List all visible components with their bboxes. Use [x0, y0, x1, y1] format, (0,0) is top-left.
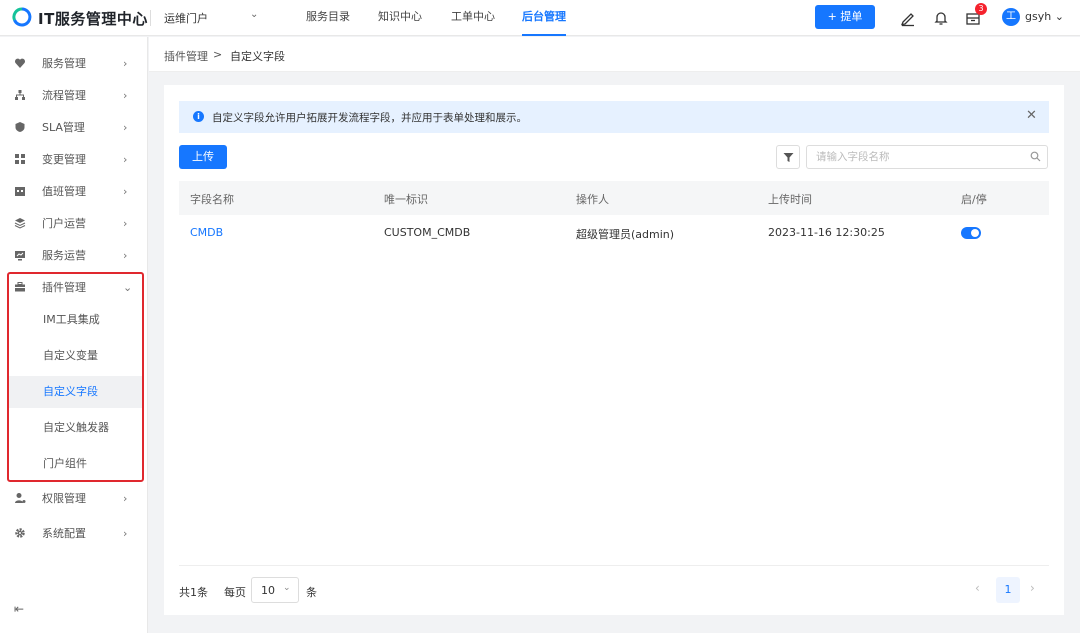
grid-icon — [14, 153, 26, 165]
divider — [179, 565, 1049, 566]
sidebar-item-label: 值班管理 — [42, 185, 86, 198]
sidebar-item-portal-ops[interactable]: 门户运营 › — [0, 207, 148, 239]
sidebar-item-change-mgmt[interactable]: 变更管理 › — [0, 143, 148, 175]
app-title: IT服务管理中心 — [38, 9, 148, 28]
enable-toggle[interactable] — [961, 227, 981, 239]
nav-knowledge-center[interactable]: 知识中心 — [378, 0, 422, 36]
page-size-select[interactable]: 10 ⌄ — [251, 577, 299, 603]
nav-service-catalog[interactable]: 服务目录 — [306, 0, 350, 36]
alert-text: 自定义字段允许用户拓展开发流程字段，并应用于表单处理和展示。 — [212, 112, 527, 124]
chevron-down-icon[interactable]: ⌄ — [250, 9, 258, 20]
upload-time-cell: 2023-11-16 12:30:25 — [768, 226, 885, 239]
toggle-knob — [971, 229, 979, 237]
sidebar-item-label: 权限管理 — [42, 492, 86, 505]
chevron-right-icon: › — [123, 184, 128, 198]
logo-icon — [12, 6, 32, 30]
chevron-right-icon: › — [123, 56, 128, 70]
chevron-down-icon: ⌄ — [283, 583, 291, 593]
chevron-right-icon: › — [123, 248, 128, 262]
sidebar-item-service-mgmt[interactable]: 服务管理 › — [0, 47, 148, 79]
page-number[interactable]: 1 — [996, 577, 1020, 603]
filter-button[interactable] — [776, 145, 800, 169]
sidebar-item-label: 门户运营 — [42, 217, 86, 230]
chevron-right-icon: › — [123, 88, 128, 102]
search-input[interactable] — [806, 145, 1048, 169]
column-header-operator: 操作人 — [576, 193, 609, 206]
sidebar-item-service-ops[interactable]: 服务运营 › — [0, 239, 148, 271]
shield-icon — [14, 121, 26, 133]
page-size-value: 10 — [261, 584, 275, 597]
search-icon[interactable] — [1030, 151, 1041, 162]
divider — [150, 10, 151, 26]
gear-icon — [14, 527, 26, 539]
portal-select[interactable]: 运维门户 — [164, 10, 208, 26]
top-bar: IT服务管理中心 运维门户 ⌄ 服务目录 知识中心 工单中心 后台管理 + 提单… — [0, 0, 1080, 36]
chevron-right-icon: › — [123, 216, 128, 230]
info-icon: i — [193, 111, 204, 122]
filter-icon — [783, 153, 794, 162]
sidebar-item-label: 服务运营 — [42, 249, 86, 262]
user-icon — [14, 492, 26, 504]
breadcrumb: 插件管理 > 自定义字段 — [149, 37, 1080, 72]
sidebar-item-label: SLA管理 — [42, 121, 85, 134]
operator-cell: 超级管理员(admin) — [576, 228, 675, 241]
sidebar-item-label: 系统配置 — [42, 527, 86, 540]
collapse-sidebar-icon[interactable]: ⇤ — [14, 602, 24, 616]
prev-page-icon[interactable]: ‹ — [975, 581, 980, 595]
breadcrumb-parent[interactable]: 插件管理 — [164, 48, 208, 64]
edit-icon[interactable] — [899, 9, 917, 27]
username: gsyh — [1025, 10, 1052, 23]
notification-badge: 3 — [975, 3, 987, 15]
flow-icon — [14, 89, 26, 101]
close-icon[interactable]: ✕ — [1026, 108, 1037, 123]
heart-icon — [14, 57, 26, 69]
calendar-icon — [14, 185, 26, 197]
chart-icon — [14, 249, 26, 261]
chevron-right-icon: › — [123, 152, 128, 166]
table-row: CMDB CUSTOM_CMDB 超级管理员(admin) 2023-11-16… — [179, 215, 1049, 251]
highlight-box — [7, 272, 144, 482]
bell-icon[interactable] — [932, 9, 950, 27]
next-page-icon[interactable]: › — [1030, 581, 1035, 595]
pagination-total: 共1条 — [179, 586, 208, 599]
sidebar-item-flow-mgmt[interactable]: 流程管理 › — [0, 79, 148, 111]
user-menu[interactable]: gsyh ⌄ — [1025, 10, 1064, 23]
nav-ticket-center[interactable]: 工单中心 — [451, 0, 495, 36]
sidebar-item-label: 流程管理 — [42, 89, 86, 102]
pagination-unit: 条 — [306, 586, 317, 599]
sidebar-item-duty-mgmt[interactable]: 值班管理 › — [0, 175, 148, 207]
chevron-right-icon: › — [123, 526, 128, 540]
content-card: i 自定义字段允许用户拓展开发流程字段，并应用于表单处理和展示。 ✕ 上传 字段… — [164, 85, 1064, 615]
chevron-right-icon: › — [123, 120, 128, 134]
nav-admin[interactable]: 后台管理 — [522, 0, 566, 36]
app-logo[interactable]: IT服务管理中心 — [12, 6, 148, 30]
upload-button[interactable]: 上传 — [179, 145, 227, 169]
column-header-upload-time: 上传时间 — [768, 193, 812, 206]
breadcrumb-separator: > — [213, 48, 223, 61]
unique-key-cell: CUSTOM_CMDB — [384, 226, 471, 239]
info-alert: i 自定义字段允许用户拓展开发流程字段，并应用于表单处理和展示。 ✕ — [179, 101, 1049, 133]
chevron-right-icon: › — [123, 491, 128, 505]
sidebar-item-label: 服务管理 — [42, 57, 86, 70]
sidebar-item-label: 变更管理 — [42, 153, 86, 166]
table-header: 字段名称 唯一标识 操作人 上传时间 启/停 — [179, 181, 1049, 215]
layers-icon — [14, 217, 26, 229]
sidebar-item-system-config[interactable]: 系统配置 › — [0, 517, 148, 549]
pagination-per-page-label: 每页 — [224, 586, 246, 599]
sidebar-item-permission-mgmt[interactable]: 权限管理 › — [0, 482, 148, 514]
submit-ticket-button[interactable]: + 提单 — [815, 5, 875, 29]
column-header-enable: 启/停 — [961, 193, 987, 206]
breadcrumb-current: 自定义字段 — [230, 50, 285, 63]
avatar[interactable]: 工 — [1002, 8, 1020, 26]
sidebar: 服务管理 › 流程管理 › SLA管理 › 变更管理 › 值班管理 › 门户运营… — [0, 37, 148, 633]
column-header-field-name: 字段名称 — [190, 193, 234, 206]
column-header-unique-key: 唯一标识 — [384, 193, 428, 206]
sidebar-item-sla-mgmt[interactable]: SLA管理 › — [0, 111, 148, 143]
field-name-link[interactable]: CMDB — [190, 226, 223, 239]
